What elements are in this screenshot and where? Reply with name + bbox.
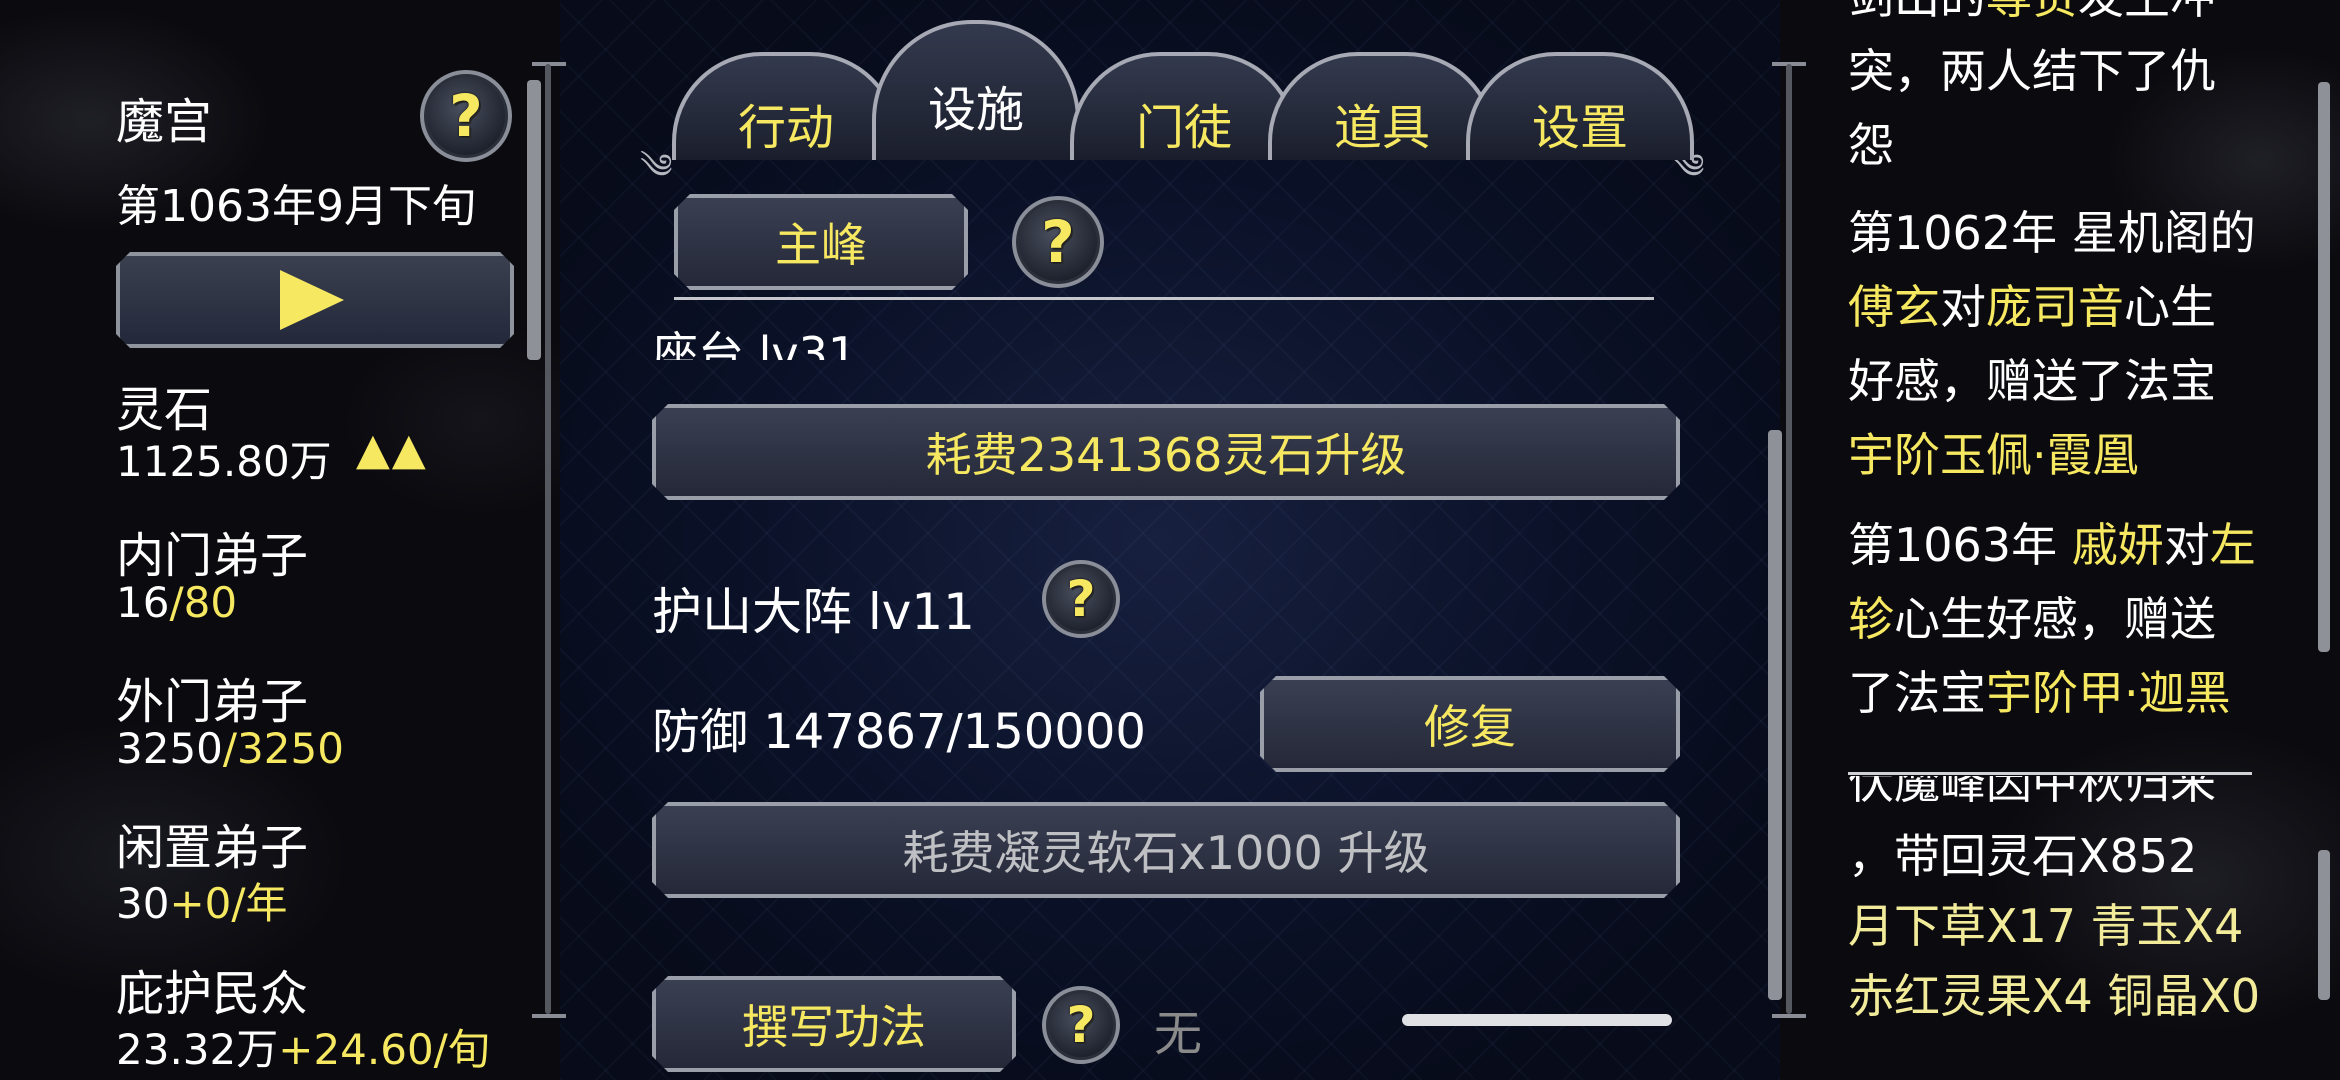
sect-name: 魔宫 <box>116 94 213 150</box>
increase-arrows-icon: ▲▲ <box>356 424 428 475</box>
log-entry-3: 第1063年 戚妍对左 轸心生好感，赠送 了法宝宇阶甲·迦黑 <box>1848 518 2256 720</box>
center-scroll-bottom-cap <box>1772 1014 1806 1018</box>
log-reward-line-2: 月下草X17 青玉X4 <box>1848 899 2244 953</box>
tab-settings-label: 设置 <box>1531 100 1628 156</box>
tab-items-label: 道具 <box>1333 100 1430 156</box>
sect-help-button[interactable]: ? <box>420 70 512 162</box>
event-log-upper: 剑出的尊贵发生冲 突，两人结下了仇 怨 第1062年 星机阁的 傅玄对庞司音心生… <box>1840 0 2310 780</box>
main-peak-button[interactable]: 主峰 <box>674 194 968 290</box>
formation-title: 护山大阵 lv11 <box>652 583 975 641</box>
cut-off-building-title: 座台 lv31 <box>652 327 858 360</box>
center-scrollbar-thumb[interactable] <box>1768 430 1782 1000</box>
write-technique-button[interactable]: 撰写功法 <box>652 976 1016 1072</box>
formation-upgrade-button[interactable]: 耗费凝灵软石x1000 升级 <box>652 802 1680 898</box>
stat-value-outer-disciples: 3250/3250 <box>116 724 344 773</box>
stat-label-outer-disciples: 外门弟子 <box>116 674 309 730</box>
question-icon: ? <box>1041 208 1075 276</box>
main-peak-help-button[interactable]: ? <box>1012 196 1104 288</box>
log-lower-scrollbar[interactable] <box>2318 850 2330 1000</box>
left-scrollbar-thumb[interactable] <box>527 80 541 360</box>
question-icon: ? <box>449 82 483 150</box>
game-date: 第1063年9月下旬 <box>116 181 476 232</box>
stat-value-lingshi: 1125.80万 <box>116 437 332 486</box>
scroll-clip: 座台 lv31 <box>650 300 1690 360</box>
log-reward-line-3: 赤红灵果X4 铜晶X0 <box>1848 969 2261 1023</box>
stat-label-inner-disciples: 内门弟子 <box>116 528 309 584</box>
upgrade-lingshi-button[interactable]: 耗费2341368灵石升级 <box>652 404 1680 500</box>
log-entry-2: 第1062年 星机阁的 傅玄对庞司音心生 好感，赠送了法宝 宇阶玉佩·霞凰 <box>1848 206 2256 482</box>
log-reward-line-1: ，带回灵石X852 <box>1848 829 2198 883</box>
stat-label-idle-disciples: 闲置弟子 <box>116 820 309 876</box>
play-icon <box>280 270 344 330</box>
log-entry-1: 剑出的尊贵发生冲 突，两人结下了仇 怨 <box>1848 0 2216 172</box>
write-technique-status: 无 <box>1154 1006 1203 1062</box>
tab-facilities-label: 设施 <box>927 82 1024 138</box>
tab-disciples-label: 门徒 <box>1135 100 1232 156</box>
stat-value-idle-disciples: 30+0/年 <box>116 879 288 928</box>
question-icon: ? <box>1066 996 1096 1054</box>
question-icon: ? <box>1066 570 1096 628</box>
stat-value-protected-people: 23.32万+24.60/旬 <box>116 1025 490 1074</box>
center-background <box>560 0 1780 1080</box>
stat-label-protected-people: 庇护民众 <box>116 966 309 1022</box>
left-scrollbar-track[interactable] <box>545 64 551 1014</box>
log-divider <box>1848 772 2252 775</box>
home-indicator[interactable] <box>1402 1014 1672 1026</box>
left-scroll-bottom-cap <box>532 1014 566 1018</box>
event-log-lower: 伏魔峰因中秋归来 ，带回灵石X852 月下草X17 青玉X4 赤红灵果X4 铜晶… <box>1840 776 2310 1076</box>
repair-button[interactable]: 修复 <box>1260 676 1680 772</box>
center-scrollbar-track[interactable] <box>1786 64 1792 1014</box>
formation-help-button[interactable]: ? <box>1042 560 1120 638</box>
tab-action-label: 行动 <box>737 100 834 156</box>
defense-text: 防御 147867/150000 <box>652 704 1146 760</box>
tab-bar-left-ornament: ༄ <box>640 147 673 187</box>
stat-value-inner-disciples: 16/80 <box>116 578 238 627</box>
log-upper-scrollbar[interactable] <box>2318 82 2330 652</box>
log-cut-line: 伏魔峰因中秋归来 <box>1848 776 2216 809</box>
write-technique-help-button[interactable]: ? <box>1042 986 1120 1064</box>
play-button[interactable] <box>116 252 514 348</box>
